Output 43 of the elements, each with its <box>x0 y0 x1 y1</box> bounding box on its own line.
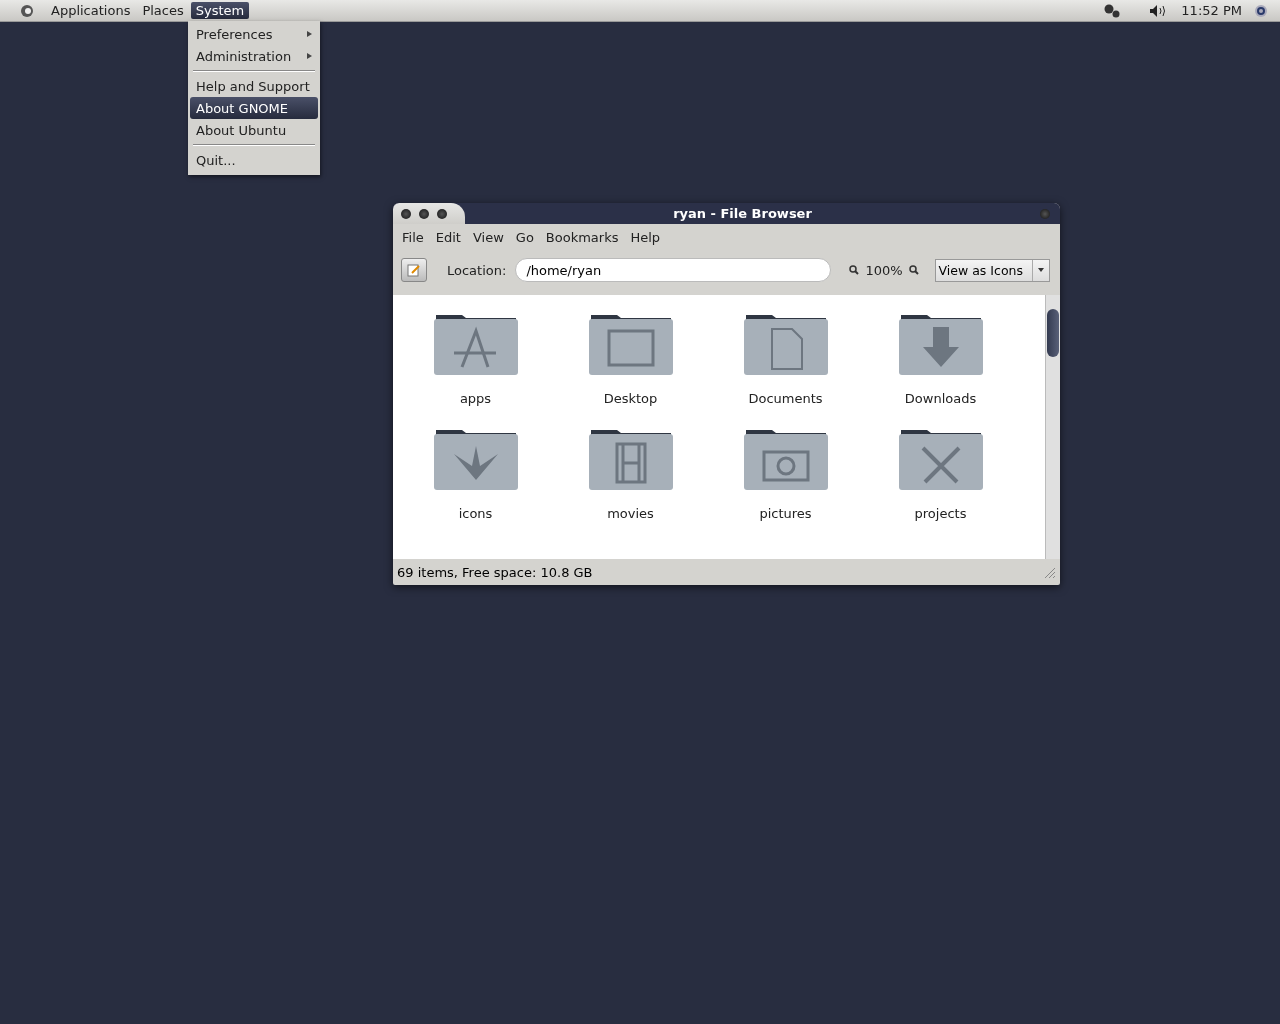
close-icon[interactable] <box>401 208 411 219</box>
menu-item[interactable]: About Ubuntu <box>190 119 318 141</box>
folder-label[interactable]: Desktop <box>603 391 658 406</box>
window-title: ryan - File Browser <box>672 206 813 221</box>
notepad-pencil-icon <box>407 263 421 277</box>
folder-label[interactable]: icons <box>458 506 493 521</box>
maximize-icon[interactable] <box>437 208 447 219</box>
folder-label[interactable]: Downloads <box>904 391 977 406</box>
folder-label[interactable]: movies <box>607 506 654 521</box>
edit-location-button[interactable] <box>401 258 427 282</box>
menu-bar-item[interactable]: Bookmarks <box>545 230 619 245</box>
minimize-icon[interactable] <box>419 208 429 219</box>
zoom-out-icon[interactable] <box>849 265 860 275</box>
scrollbar[interactable] <box>1045 295 1060 559</box>
submenu-arrow-icon <box>307 53 312 59</box>
location-field[interactable]: /home/ryan <box>515 258 832 282</box>
panel-menu[interactable]: Places <box>137 2 189 19</box>
menu-bar-item[interactable]: Edit <box>435 230 461 245</box>
menu-bar-item[interactable]: File <box>402 230 424 245</box>
menu-bar-item[interactable]: Go <box>515 230 534 245</box>
folder-label[interactable]: projects <box>914 506 967 521</box>
location-label: Location: <box>447 262 507 278</box>
panel-menu[interactable]: Applications <box>46 2 136 19</box>
clock[interactable]: 11:52 PM <box>1181 3 1242 18</box>
submenu-arrow-icon <box>307 31 312 37</box>
speaker-icon[interactable] <box>1149 3 1168 18</box>
menu-item[interactable]: Preferences <box>190 23 318 45</box>
folder-label[interactable]: apps <box>459 391 492 406</box>
dropdown-arrow-icon <box>1037 268 1044 272</box>
status-text: 69 items, Free space: 10.8 GB <box>397 564 593 580</box>
menu-bar-item[interactable]: Help <box>630 230 661 245</box>
zoom-level: 100% <box>865 262 903 278</box>
view-mode-dropdown[interactable]: View as Icons <box>934 258 1050 282</box>
menu-bar-item[interactable]: View <box>472 230 504 245</box>
menu-item[interactable]: Administration <box>190 45 318 67</box>
resize-grip-icon[interactable] <box>1042 565 1056 579</box>
zoom-in-icon[interactable] <box>908 265 919 275</box>
menu-item[interactable]: Quit... <box>190 149 318 171</box>
menu-item[interactable]: Help and Support <box>190 75 318 97</box>
panel-menu[interactable]: System <box>190 2 250 19</box>
menu-item[interactable]: About GNOME <box>190 97 318 119</box>
folder-label[interactable]: Documents <box>748 391 823 406</box>
folder-label[interactable]: pictures <box>759 506 812 521</box>
